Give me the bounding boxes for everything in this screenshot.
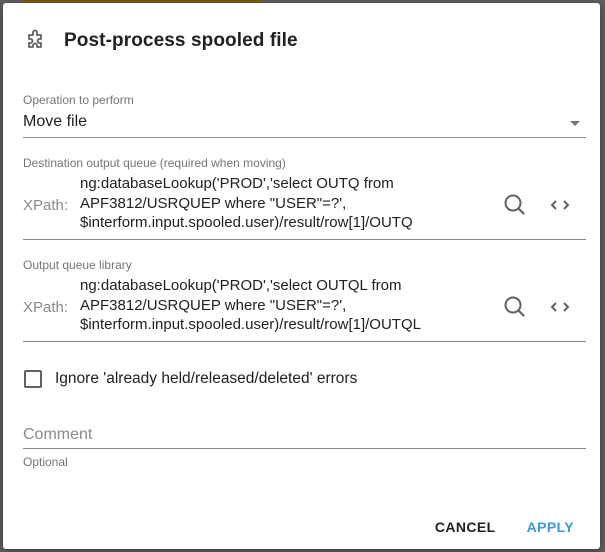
apply-button[interactable]: APPLY bbox=[519, 515, 582, 539]
destination-queue-xpath-value[interactable]: ng:databaseLookup('PROD','select OUTQ fr… bbox=[80, 174, 413, 233]
operation-label: Operation to perform bbox=[23, 93, 134, 107]
code-icon[interactable] bbox=[547, 192, 573, 218]
dropdown-arrow-icon[interactable] bbox=[570, 121, 580, 126]
queue-library-label: Output queue library bbox=[23, 258, 132, 272]
ignore-errors-checkbox[interactable] bbox=[24, 370, 42, 388]
operation-select[interactable]: Move file bbox=[23, 107, 586, 138]
comment-field: Optional bbox=[23, 421, 586, 469]
destination-queue-input[interactable]: XPath: ng:databaseLookup('PROD','select … bbox=[23, 170, 586, 240]
cancel-button[interactable]: CANCEL bbox=[427, 515, 504, 539]
post-process-dialog: Post-process spooled file Operation to p… bbox=[3, 3, 600, 549]
search-icon[interactable] bbox=[502, 294, 528, 320]
puzzle-piece-icon bbox=[23, 29, 47, 53]
comment-hint: Optional bbox=[23, 455, 68, 469]
search-icon[interactable] bbox=[502, 192, 528, 218]
code-icon[interactable] bbox=[547, 294, 573, 320]
ignore-errors-label: Ignore 'already held/released/deleted' e… bbox=[55, 370, 358, 387]
dialog-header: Post-process spooled file bbox=[23, 27, 298, 55]
queue-library-field: Output queue library XPath: ng:databaseL… bbox=[23, 258, 586, 342]
queue-library-xpath-value[interactable]: ng:databaseLookup('PROD','select OUTQL f… bbox=[80, 276, 421, 335]
destination-queue-label: Destination output queue (required when … bbox=[23, 156, 286, 170]
xpath-prefix: XPath: bbox=[23, 197, 69, 214]
dialog-actions: CANCEL APPLY bbox=[427, 515, 582, 539]
ignore-errors-option[interactable]: Ignore 'already held/released/deleted' e… bbox=[24, 370, 357, 388]
operation-selected-value: Move file bbox=[23, 113, 88, 130]
destination-queue-field: Destination output queue (required when … bbox=[23, 156, 586, 240]
comment-input[interactable] bbox=[23, 421, 586, 449]
operation-select-field: Operation to perform Move file bbox=[23, 93, 586, 138]
queue-library-input[interactable]: XPath: ng:databaseLookup('PROD','select … bbox=[23, 272, 586, 342]
dialog-title: Post-process spooled file bbox=[64, 30, 298, 51]
xpath-prefix: XPath: bbox=[23, 299, 69, 316]
